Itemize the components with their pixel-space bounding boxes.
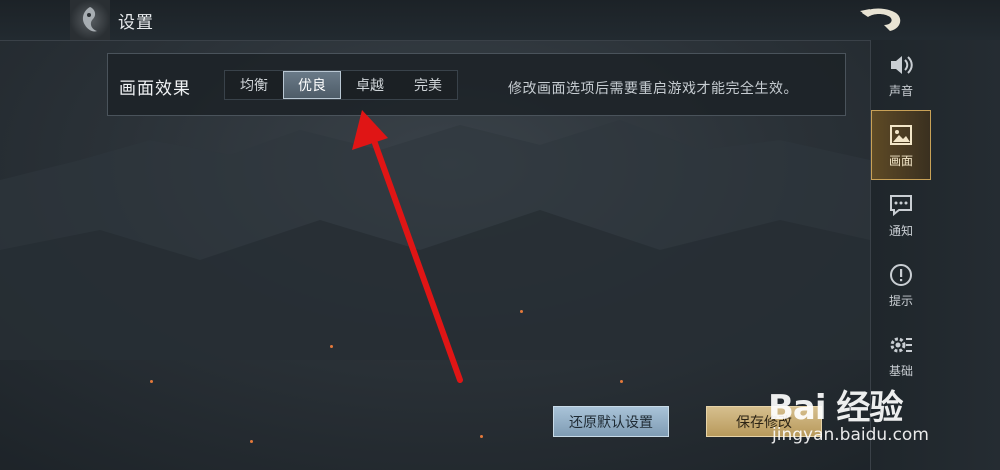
graphics-quality-label: 画面效果	[119, 79, 191, 99]
alert-icon	[890, 263, 912, 286]
image-icon	[890, 124, 912, 145]
ember-particle	[620, 380, 623, 383]
top-bar: 设置	[0, 0, 1000, 41]
quality-option-good[interactable]: 优良	[283, 71, 341, 99]
dragon-emblem-icon	[82, 7, 97, 32]
gear-icon	[890, 337, 912, 352]
page-title: 设置	[118, 13, 154, 33]
ember-particle	[330, 345, 333, 348]
restore-defaults-button[interactable]: 还原默认设置	[553, 406, 669, 437]
sidebar-item-graphics[interactable]: 画面	[871, 110, 931, 180]
ember-particle	[250, 440, 253, 443]
chat-icon	[890, 194, 912, 216]
quality-option-excellent[interactable]: 卓越	[341, 71, 399, 99]
ember-particle	[520, 310, 523, 313]
sidebar-item-label: 提示	[888, 293, 913, 308]
quality-option-balanced[interactable]: 均衡	[225, 71, 283, 99]
sidebar-item-tips[interactable]: 提示	[871, 250, 931, 320]
back-button[interactable]	[70, 0, 110, 40]
sidebar-item-notification[interactable]: 通知	[871, 180, 931, 250]
speaker-icon	[891, 55, 913, 74]
restart-hint-text: 修改画面选项后需要重启游戏才能完全生效。	[508, 81, 798, 97]
sidebar-item-sound[interactable]: 声音	[871, 40, 931, 110]
graphics-quality-row: 画面效果 均衡 优良 卓越 完美 修改画面选项后需要重启游戏才能完全生效。	[107, 53, 846, 116]
game-logo-icon	[860, 8, 901, 31]
ember-particle	[480, 435, 483, 438]
sidebar-item-label: 基础	[888, 363, 913, 378]
sidebar-item-label: 通知	[888, 223, 913, 238]
sidebar-item-label: 画面	[888, 153, 913, 168]
graphics-quality-selector: 均衡 优良 卓越 完美	[224, 70, 458, 100]
baidu-watermark-url: jingyan.baidu.com	[772, 425, 929, 445]
sidebar-item-label: 声音	[888, 83, 913, 98]
baidu-watermark-logo: Bai 经验	[768, 388, 903, 428]
quality-option-perfect[interactable]: 完美	[399, 71, 457, 99]
ember-particle	[150, 380, 153, 383]
mountain-backdrop	[0, 120, 870, 360]
